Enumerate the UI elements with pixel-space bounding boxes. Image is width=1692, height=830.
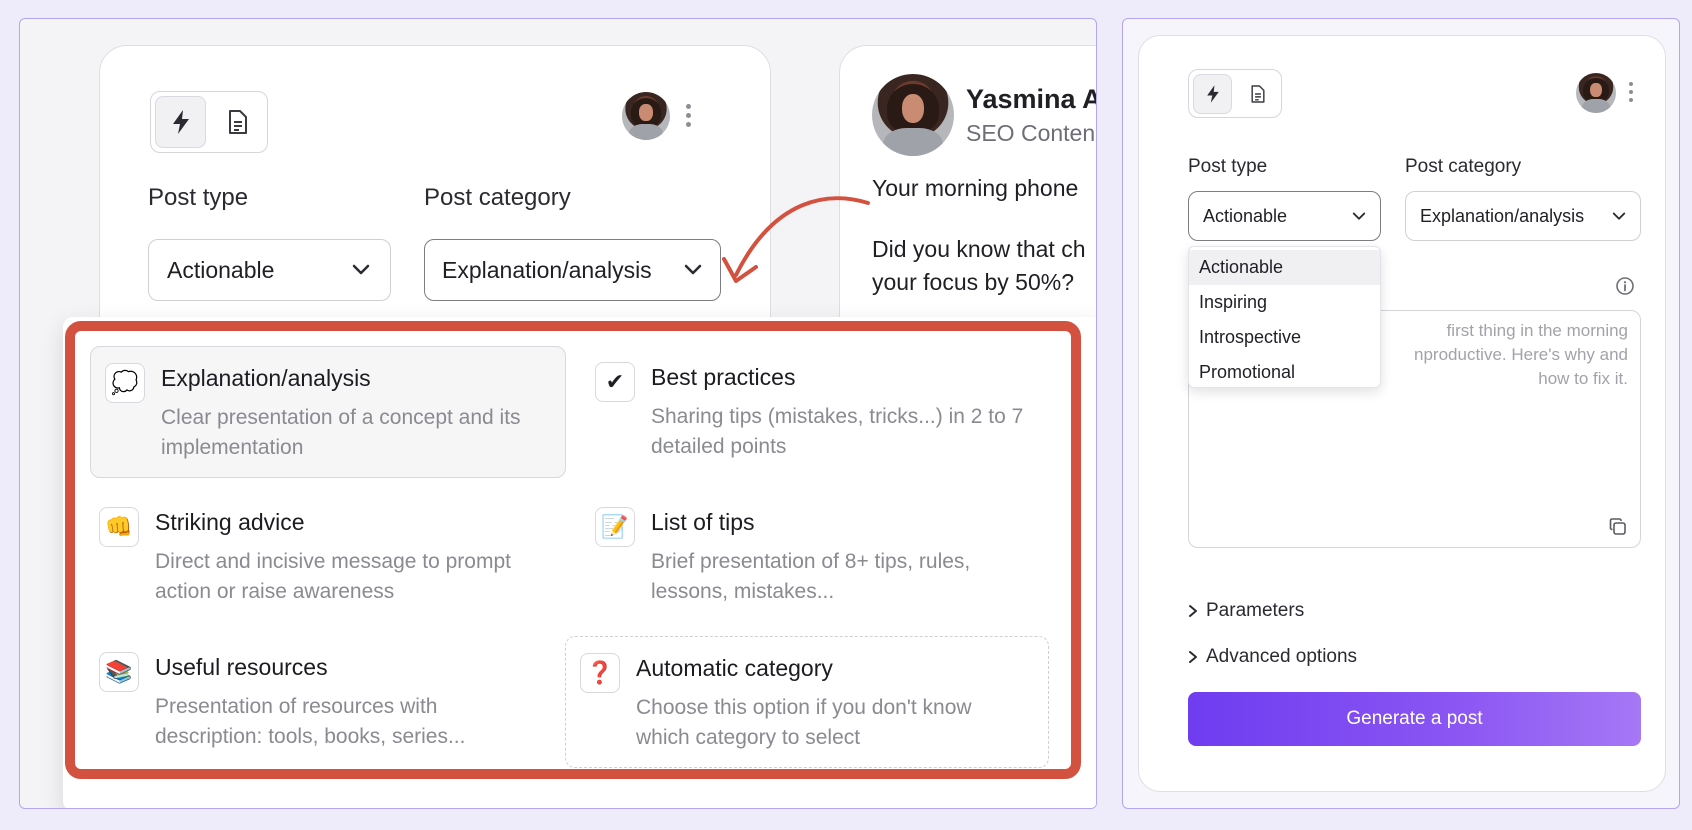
fist-icon: 👊 [99, 507, 139, 547]
post-type-dropdown: Actionable Inspiring Introspective Promo… [1188, 246, 1381, 388]
question-mark-icon: ❓ [580, 653, 620, 693]
checkmark-icon: ✔ [595, 362, 635, 402]
memo-icon: 📝 [595, 507, 635, 547]
chevron-down-icon [352, 264, 370, 276]
post-category-label: Post category [1405, 156, 1522, 177]
document-icon [1250, 85, 1265, 103]
category-description: Sharing tips (mistakes, tricks...) in 2 … [651, 405, 1024, 458]
post-category-label: Post category [424, 184, 571, 211]
chevron-right-icon [1189, 651, 1197, 663]
category-description: Clear presentation of a concept and its … [161, 406, 521, 459]
mode-toggle [1188, 69, 1282, 118]
chevron-down-icon [1352, 212, 1366, 221]
quick-mode-button[interactable] [1193, 74, 1233, 114]
category-title: Automatic category [636, 655, 833, 681]
post-category-value: Explanation/analysis [1420, 205, 1585, 226]
category-option-best-practices[interactable]: ✔ Best practices Sharing tips (mistakes,… [581, 346, 1057, 478]
category-description: Presentation of resources with descripti… [155, 695, 466, 748]
post-type-option[interactable]: Inspiring [1189, 285, 1380, 320]
post-type-label: Post type [1188, 156, 1268, 177]
quick-mode-button[interactable] [155, 96, 207, 148]
category-title: Explanation/analysis [161, 365, 371, 391]
author-role: SEO Conten [966, 120, 1096, 146]
document-icon [228, 110, 247, 134]
post-type-value: Actionable [1203, 205, 1288, 226]
advanced-options-label: Advanced options [1206, 646, 1358, 667]
category-title: List of tips [651, 509, 755, 535]
books-icon: 📚 [99, 652, 139, 692]
author-name: Yasmina A [966, 84, 1097, 114]
generate-post-button[interactable]: Generate a post [1188, 692, 1641, 746]
category-dropdown: 💭 Explanation/analysis Clear presentatio… [65, 321, 1081, 779]
post-type-value: Actionable [167, 256, 275, 283]
post-type-option[interactable]: Introspective [1189, 320, 1380, 355]
post-type-option[interactable]: Actionable [1189, 250, 1380, 285]
category-option-list-of-tips[interactable]: 📝 List of tips Brief presentation of 8+ … [581, 491, 1057, 623]
category-title: Useful resources [155, 654, 328, 680]
advanced-options-toggle[interactable]: Advanced options [1188, 646, 1357, 668]
mode-toggle [150, 91, 268, 153]
post-type-select[interactable]: Actionable [148, 239, 391, 301]
post-category-value: Explanation/analysis [442, 256, 652, 283]
category-option-striking-advice[interactable]: 👊 Striking advice Direct and incisive me… [85, 491, 561, 623]
category-title: Best practices [651, 364, 796, 390]
document-mode-button[interactable] [212, 96, 263, 148]
category-option-automatic[interactable]: ❓ Automatic category Choose this option … [565, 636, 1049, 768]
post-type-option[interactable]: Promotional [1189, 355, 1380, 390]
thought-bubble-icon: 💭 [105, 363, 145, 403]
more-options-icon[interactable] [686, 104, 691, 127]
lightning-icon [172, 110, 189, 134]
avatar[interactable] [622, 92, 670, 140]
copy-icon[interactable] [1608, 517, 1628, 537]
chevron-right-icon [1189, 605, 1197, 617]
info-icon[interactable] [1615, 276, 1635, 296]
post-type-select[interactable]: Actionable [1188, 191, 1381, 241]
parameters-label: Parameters [1206, 600, 1305, 621]
category-title: Striking advice [155, 509, 305, 535]
annotation-arrow [722, 196, 870, 283]
post-category-select[interactable]: Explanation/analysis [424, 239, 721, 301]
chevron-down-icon [684, 264, 702, 276]
post-category-select[interactable]: Explanation/analysis [1405, 191, 1641, 241]
category-description: Choose this option if you don't know whi… [636, 696, 972, 749]
post-text-line: Did you know that ch [872, 236, 1086, 262]
post-text-line: Your morning phone [872, 175, 1079, 201]
post-generator-card-compact: Post type Post category Actionable Expla… [1138, 35, 1666, 792]
category-option-useful-resources[interactable]: 📚 Useful resources Presentation of resou… [85, 636, 561, 768]
category-description: Direct and incisive message to prompt ac… [155, 550, 511, 603]
right-screenshot-panel: Post type Post category Actionable Expla… [1122, 18, 1680, 809]
lightning-icon [1206, 85, 1219, 103]
chevron-down-icon [1612, 212, 1626, 221]
parameters-toggle[interactable]: Parameters [1188, 600, 1304, 622]
avatar[interactable] [1576, 73, 1616, 113]
left-screenshot-panel: Post type Post category Actionable Expla… [19, 18, 1097, 809]
document-mode-button[interactable] [1238, 74, 1277, 114]
category-description: Brief presentation of 8+ tips, rules, le… [651, 550, 971, 603]
post-text-line: your focus by 50%? [872, 269, 1075, 295]
category-option-explanation[interactable]: 💭 Explanation/analysis Clear presentatio… [90, 346, 566, 478]
author-avatar [872, 74, 954, 156]
more-options-icon[interactable] [1629, 82, 1633, 102]
post-type-label: Post type [148, 184, 249, 211]
